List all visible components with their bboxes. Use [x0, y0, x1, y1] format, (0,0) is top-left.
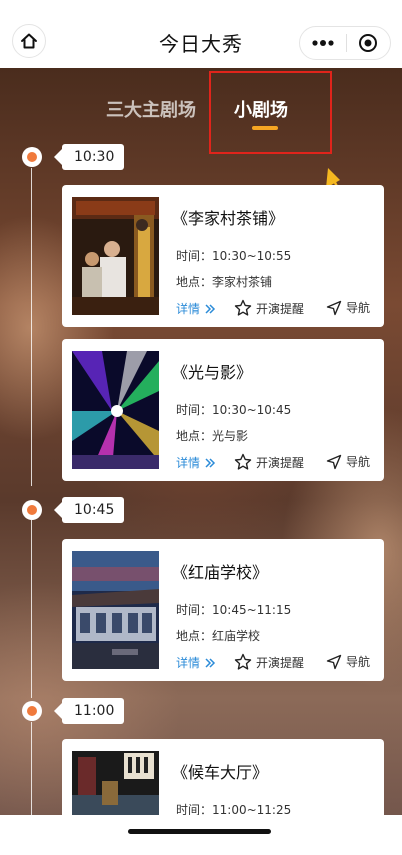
show-card[interactable]: 《红庙学校》 时间：10:45~11:15 地点：红庙学校 详情 开演提醒 导航: [62, 539, 384, 681]
detail-label: 详情: [176, 302, 201, 316]
show-title: 《候车大厅》: [172, 763, 269, 782]
reminder-button[interactable]: 开演提醒: [234, 453, 304, 471]
timeline-dot: [22, 147, 42, 167]
reminder-label: 开演提醒: [256, 301, 305, 316]
home-indicator[interactable]: [128, 829, 271, 834]
timeline-line: [31, 722, 32, 817]
bottom-safe-area: [0, 815, 402, 855]
place-label: 地点：: [176, 429, 213, 443]
mini-program-capsule: [299, 26, 391, 60]
show-title: 《红庙学校》: [172, 563, 269, 582]
place-label: 地点：: [176, 629, 213, 643]
time-label: 时间：: [176, 603, 213, 617]
timeline-line: [31, 520, 32, 698]
double-chevron-right-icon: [205, 303, 216, 314]
more-dots-icon: [312, 40, 334, 46]
timeline-line: [31, 168, 32, 486]
card-actions: 详情 开演提醒 导航: [176, 653, 376, 673]
place-value: 光与影: [212, 429, 249, 443]
detail-label: 详情: [176, 456, 201, 470]
time-label: 时间：: [176, 249, 213, 263]
time-value: 10:30~10:55: [212, 249, 292, 263]
navigate-button[interactable]: 导航: [326, 299, 370, 316]
place-value: 李家村茶铺: [212, 275, 273, 289]
tab-main-theaters[interactable]: 三大主剧场: [106, 96, 196, 122]
top-nav-bar: 今日大秀: [0, 0, 402, 68]
reminder-button[interactable]: 开演提醒: [234, 299, 304, 317]
card-actions: 详情 开演提醒 导航: [176, 299, 376, 319]
more-button[interactable]: [300, 27, 346, 59]
timeline-dot: [22, 701, 42, 721]
time-slot-label: 10:45: [53, 497, 125, 523]
place-value: 红庙学校: [212, 629, 261, 643]
double-chevron-right-icon: [205, 657, 216, 668]
navigation-arrow-icon: [326, 654, 342, 669]
show-card[interactable]: 《候车大厅》 时间：11:00~11:25: [62, 739, 384, 817]
time-value: 10:30~10:45: [212, 403, 292, 417]
close-mini-program-button[interactable]: [346, 27, 390, 59]
show-thumbnail: [72, 351, 159, 469]
show-card[interactable]: 《李家村茶铺》 时间：10:30~10:55 地点：李家村茶铺 详情 开演提醒 …: [62, 185, 384, 327]
navigate-label: 导航: [346, 455, 371, 469]
detail-link[interactable]: 详情: [176, 300, 216, 317]
detail-link[interactable]: 详情: [176, 454, 216, 471]
time-slot-label: 10:30: [53, 144, 125, 170]
navigate-label: 导航: [346, 301, 371, 315]
target-close-icon: [359, 34, 378, 52]
show-place-row: 地点：光与影: [176, 427, 248, 444]
star-icon: [234, 299, 252, 316]
show-title: 《光与影》: [172, 363, 253, 382]
navigate-button[interactable]: 导航: [326, 653, 370, 670]
show-time-row: 时间：10:30~10:55: [176, 247, 291, 264]
time-label: 时间：: [176, 403, 213, 417]
detail-link[interactable]: 详情: [176, 654, 216, 671]
timeline-dot: [22, 500, 42, 520]
reminder-button[interactable]: 开演提醒: [234, 653, 304, 671]
navigate-button[interactable]: 导航: [326, 453, 370, 470]
star-icon: [234, 453, 252, 470]
show-title: 《李家村茶铺》: [172, 209, 285, 228]
time-value: 10:45~11:15: [212, 603, 292, 617]
show-place-row: 地点：红庙学校: [176, 627, 260, 644]
show-time-row: 时间：10:45~11:15: [176, 601, 291, 618]
show-thumbnail: [72, 197, 159, 315]
annotation-highlight-box: [209, 71, 332, 154]
navigate-label: 导航: [346, 655, 371, 669]
time-slot-label: 11:00: [53, 698, 125, 724]
place-label: 地点：: [176, 275, 213, 289]
show-thumbnail: [72, 751, 159, 817]
reminder-label: 开演提醒: [256, 655, 305, 670]
card-actions: 详情 开演提醒 导航: [176, 453, 376, 473]
navigation-arrow-icon: [326, 300, 342, 315]
star-icon: [234, 653, 252, 670]
show-time-row: 时间：10:30~10:45: [176, 401, 291, 418]
show-thumbnail: [72, 551, 159, 669]
show-card[interactable]: 《光与影》 时间：10:30~10:45 地点：光与影 详情 开演提醒 导航: [62, 339, 384, 481]
navigation-arrow-icon: [326, 454, 342, 469]
show-place-row: 地点：李家村茶铺: [176, 273, 272, 290]
detail-label: 详情: [176, 656, 201, 670]
reminder-label: 开演提醒: [256, 455, 305, 470]
double-chevron-right-icon: [205, 457, 216, 468]
